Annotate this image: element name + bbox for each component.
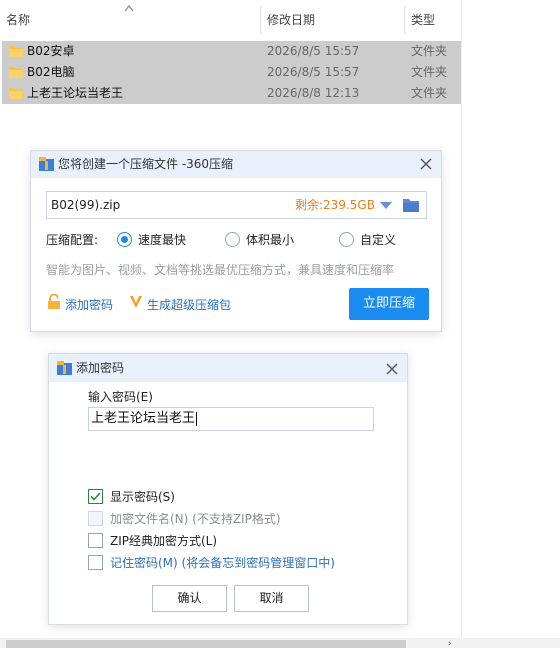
file-type: 文件夹 bbox=[411, 44, 448, 58]
remember-password-checkbox[interactable] bbox=[88, 555, 103, 570]
option-fastest-label[interactable]: 速度最快 bbox=[138, 231, 186, 249]
scrollbar-thumb[interactable] bbox=[6, 640, 406, 648]
browse-folder-icon[interactable] bbox=[403, 198, 419, 212]
compress-config-label: 压缩配置: bbox=[46, 233, 99, 247]
compression-hint: 智能为图片、视频、文档等挑选最优压缩方式，兼具速度和压缩率 bbox=[46, 263, 395, 277]
super-archive-link[interactable]: 生成超级压缩包 bbox=[147, 296, 231, 314]
folder-icon bbox=[9, 46, 23, 57]
radio-custom[interactable] bbox=[339, 232, 354, 247]
column-separator[interactable] bbox=[260, 6, 261, 34]
file-name: B02安卓 bbox=[27, 44, 75, 58]
zip-classic-encryption-label[interactable]: ZIP经典加密方式(L) bbox=[110, 532, 217, 550]
password-field[interactable]: 上老王论坛当老王 bbox=[88, 407, 374, 431]
archive-path-field[interactable]: B02(99).zip 剩余:239.5GB bbox=[46, 191, 427, 219]
password-input-label: 输入密码(E) bbox=[88, 390, 153, 404]
file-date: 2026/8/5 15:57 bbox=[267, 65, 360, 79]
show-password-checkbox[interactable] bbox=[88, 489, 103, 504]
radio-fastest[interactable] bbox=[117, 232, 132, 247]
lock-icon[interactable] bbox=[47, 294, 61, 309]
close-icon[interactable] bbox=[417, 155, 435, 173]
file-type: 文件夹 bbox=[411, 65, 448, 79]
pane-divider bbox=[461, 0, 462, 648]
file-type: 文件夹 bbox=[411, 86, 448, 100]
archive-filename[interactable]: B02(99).zip bbox=[51, 192, 120, 218]
free-space-label: 剩余:239.5GB bbox=[295, 198, 375, 212]
file-row[interactable]: B02安卓 2026/8/5 15:57 文件夹 bbox=[2, 41, 461, 62]
zip-classic-encryption-checkbox[interactable] bbox=[88, 533, 103, 548]
chevron-down-icon[interactable] bbox=[380, 202, 392, 210]
add-password-link[interactable]: 添加密码 bbox=[65, 296, 113, 314]
confirm-button[interactable]: 确认 bbox=[152, 585, 227, 612]
folder-icon bbox=[9, 88, 23, 99]
checkmark-icon bbox=[90, 492, 101, 501]
remember-password-label[interactable]: 记住密码(M) (将会备忘到密码管理窗口中) bbox=[110, 554, 335, 572]
option-smallest-label[interactable]: 体积最小 bbox=[246, 231, 294, 249]
compress-dialog: 您将创建一个压缩文件 -360压缩 B02(99).zip 剩余:239.5GB… bbox=[30, 150, 442, 332]
password-value[interactable]: 上老王论坛当老王 bbox=[91, 408, 195, 430]
column-header-modified[interactable]: 修改日期 bbox=[267, 0, 315, 40]
radio-smallest[interactable] bbox=[225, 232, 240, 247]
encrypt-filenames-checkbox[interactable] bbox=[88, 511, 103, 526]
add-password-dialog: 添加密码 输入密码(E) 上老王论坛当老王 显示密码(S) 加密文件名(N) (… bbox=[48, 353, 408, 625]
file-name: 上老王论坛当老王 bbox=[27, 86, 124, 100]
vip-v-icon bbox=[130, 296, 142, 308]
file-row[interactable]: B02电脑 2026/8/5 15:57 文件夹 bbox=[2, 62, 461, 83]
dialog-title: 您将创建一个压缩文件 -360压缩 bbox=[58, 157, 234, 171]
column-separator[interactable] bbox=[404, 6, 405, 34]
archive-app-icon bbox=[39, 157, 54, 171]
archive-app-icon bbox=[57, 361, 72, 375]
column-header-name[interactable]: 名称 bbox=[6, 0, 30, 40]
folder-icon bbox=[9, 67, 23, 78]
text-caret bbox=[196, 412, 197, 426]
dialog-title: 添加密码 bbox=[76, 361, 125, 375]
dialog-titlebar[interactable]: 添加密码 bbox=[49, 354, 407, 382]
option-custom-label[interactable]: 自定义 bbox=[360, 231, 396, 249]
encrypt-filenames-label: 加密文件名(N) (不支持ZIP格式) bbox=[110, 512, 281, 526]
file-date: 2026/8/5 15:57 bbox=[267, 44, 360, 58]
cancel-button[interactable]: 取消 bbox=[234, 585, 309, 612]
column-header-type[interactable]: 类型 bbox=[411, 0, 435, 40]
sort-ascending-icon bbox=[124, 5, 134, 12]
file-row[interactable]: 上老王论坛当老王 2026/8/8 12:13 文件夹 bbox=[2, 83, 461, 104]
show-password-label[interactable]: 显示密码(S) bbox=[110, 488, 175, 506]
close-icon[interactable] bbox=[383, 360, 401, 378]
file-date: 2026/8/8 12:13 bbox=[267, 86, 360, 100]
file-name: B02电脑 bbox=[27, 65, 75, 79]
compress-now-button[interactable]: 立即压缩 bbox=[349, 288, 429, 320]
dialog-titlebar[interactable]: 您将创建一个压缩文件 -360压缩 bbox=[31, 151, 441, 178]
scroll-right-icon[interactable]: › bbox=[448, 640, 458, 649]
